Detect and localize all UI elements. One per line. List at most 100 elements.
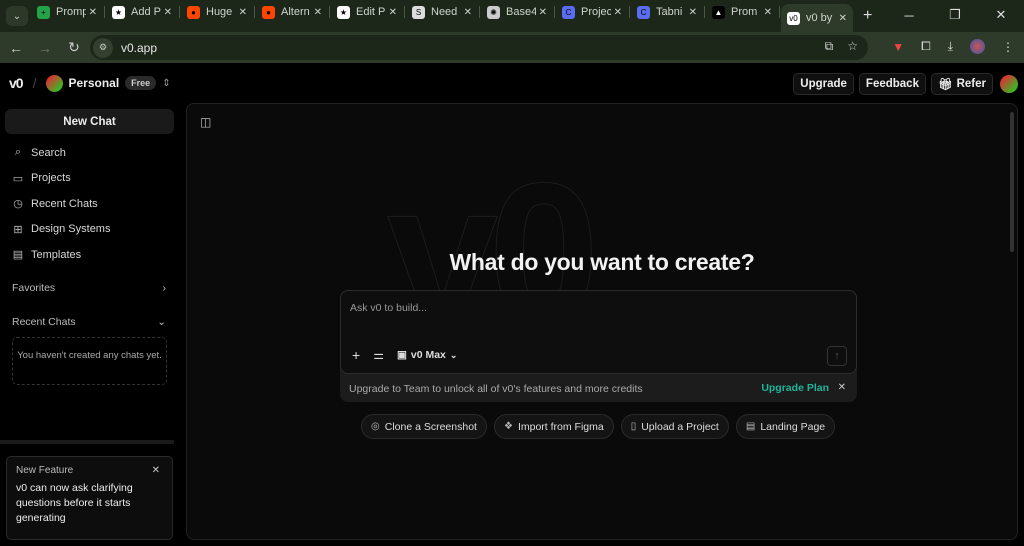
sidebar-item-recent-chats[interactable]: ◷ Recent Chats (12, 197, 97, 211)
workspace-name[interactable]: Personal (68, 76, 119, 90)
sidebar-item-search[interactable]: ⌕ Search (12, 146, 66, 159)
sidebar-item-projects[interactable]: ▭ Projects (12, 172, 71, 185)
browser-tab[interactable]: C Projec ✕ (556, 0, 630, 24)
reload-button[interactable]: ↻ (61, 39, 87, 56)
refer-label: Refer (956, 78, 986, 90)
prompt-box: Ask v0 to build... + ⚌ ▣ v0 Max ⌄ ↑ Upgrad… (340, 290, 857, 402)
user-avatar[interactable] (1000, 75, 1018, 93)
favicon-icon: v0 (787, 11, 800, 25)
url-text[interactable]: v0.app (121, 41, 157, 55)
empty-chats-message: You haven't created any chats yet. (12, 337, 167, 385)
prompt-input[interactable]: Ask v0 to build... (350, 302, 427, 314)
browser-toolbar: ← → ↻ ⚙ v0.app ⧉ ☆ ▼ ⧠ ⤓ ⋮ (0, 32, 1024, 63)
sidebar-item-label: Templates (31, 248, 82, 261)
profile-avatar[interactable] (970, 39, 985, 54)
menu-dots-icon[interactable]: ⋮ (1002, 40, 1014, 54)
tab-title: Prompt (56, 6, 86, 18)
extensions-puzzle-icon[interactable]: ⧠ (921, 39, 931, 54)
close-icon[interactable]: ✕ (838, 382, 846, 393)
favicon-icon: + (37, 5, 50, 19)
forward-button[interactable]: → (32, 40, 58, 56)
close-tab-icon[interactable]: ✕ (464, 7, 472, 18)
suggestion-landing-page[interactable]: ▤ Landing Page (735, 414, 836, 439)
close-tab-icon[interactable]: ✕ (689, 7, 697, 18)
sidebar: New Chat ⌕ Search ▭ Projects ◷ Recent Chats ⊞ D… (0, 103, 180, 546)
browser-tab[interactable]: ★ Add P ✕ (106, 0, 180, 24)
plus-icon[interactable]: + (352, 347, 360, 363)
prompt-input-area[interactable]: Ask v0 to build... + ⚌ ▣ v0 Max ⌄ ↑ (340, 290, 857, 374)
new-tab-button[interactable]: + (863, 7, 872, 25)
plan-badge: Free (125, 76, 157, 90)
send-button[interactable]: ↑ (827, 346, 847, 366)
sidebar-item-label: Search (31, 146, 66, 159)
model-selector[interactable]: ▣ v0 Max ⌄ (397, 349, 458, 361)
v0-logo[interactable]: v0 (9, 75, 24, 91)
browser-tab[interactable]: ✺ Base4 ✕ (481, 0, 555, 24)
close-tab-icon[interactable]: ✕ (164, 7, 172, 18)
browser-tab[interactable]: + Prompt✕ (31, 0, 105, 24)
tab-title: Base4 (506, 6, 536, 18)
sidebar-item-templates[interactable]: ▤ Templates (12, 248, 82, 262)
bookmark-star-icon[interactable]: ☆ (847, 39, 858, 54)
extension-icon[interactable]: ▼ (892, 40, 904, 54)
model-icon: ▣ (396, 349, 407, 361)
settings-sliders-icon[interactable]: ⚌ (373, 348, 384, 362)
restore-button[interactable]: ❐ (932, 0, 978, 30)
close-icon[interactable]: ✕ (152, 465, 160, 476)
browser-tab[interactable]: ● Altern ✕ (256, 0, 330, 24)
feedback-button[interactable]: Feedback (858, 73, 926, 95)
suggestion-import-from-figma[interactable]: ❖ Import from Figma (493, 414, 614, 439)
feature-title: New Feature (16, 465, 74, 476)
tab-title: Huge (206, 6, 233, 18)
back-button[interactable]: ← (3, 40, 29, 56)
address-bar[interactable]: ⚙ v0.app ⧉ ☆ (90, 35, 868, 60)
suggestion-label: Upload a Project (641, 420, 719, 433)
scrollbar[interactable] (1010, 112, 1014, 252)
chevron-down-icon: ⌄ (449, 349, 458, 360)
projects-icon: ▭ (12, 172, 24, 185)
minimize-button[interactable]: ─ (886, 0, 932, 30)
refer-button[interactable]: 🎁︎ Refer (930, 73, 993, 95)
site-info-icon[interactable]: ⚙ (93, 37, 113, 58)
browser-tab[interactable]: ● Huge ✕ (181, 0, 255, 24)
favicon-icon: ● (262, 5, 275, 19)
tab-title: Need (431, 6, 458, 18)
new-chat-button[interactable]: New Chat (5, 109, 174, 134)
browser-tab[interactable]: S Need ✕ (406, 0, 480, 24)
close-tab-icon[interactable]: ✕ (614, 7, 622, 18)
recent-chats-section[interactable]: Recent Chats ⌄ (12, 316, 166, 328)
recent-chats-icon: ◷ (13, 198, 23, 210)
workspace-avatar[interactable] (46, 74, 64, 92)
upgrade-plan-link[interactable]: Upgrade Plan (761, 382, 829, 394)
favicon-icon: ★ (112, 5, 125, 19)
download-icon[interactable]: ⤓ (948, 39, 953, 54)
close-tab-icon[interactable]: ✕ (839, 13, 847, 24)
sidebar-toggle-icon[interactable]: ◫ (200, 115, 211, 129)
suggestion-clone-a-screenshot[interactable]: ◎ Clone a Screenshot (361, 414, 487, 439)
close-window-button[interactable]: ✕ (978, 0, 1024, 30)
favicon-icon: C (637, 5, 650, 19)
browser-tab[interactable]: C Tabni ✕ (631, 0, 705, 24)
tab-search-button[interactable]: ⌄ (6, 6, 28, 26)
sidebar-item-label: Projects (31, 172, 71, 184)
close-tab-icon[interactable]: ✕ (89, 7, 97, 18)
browser-tab[interactable]: ▲ Prom ✕ (706, 0, 780, 24)
sidebar-item-label: Design Systems (31, 223, 111, 235)
sidebar-resize-handle[interactable] (0, 440, 174, 444)
favorites-section[interactable]: Favorites › (12, 282, 166, 294)
favicon-icon: ★ (337, 5, 350, 19)
upgrade-button[interactable]: Upgrade (793, 73, 854, 95)
close-tab-icon[interactable]: ✕ (539, 7, 547, 18)
close-tab-icon[interactable]: ✕ (764, 7, 772, 18)
browser-tab-bar: ⌄ +Prompt✕★Add P✕●Huge✕●Altern✕★Edit P✕S… (0, 0, 1024, 32)
recent-chats-label: Recent Chats (12, 316, 76, 328)
close-tab-icon[interactable]: ✕ (239, 7, 247, 18)
suggestion-upload-a-project[interactable]: ▯ Upload a Project (620, 414, 729, 439)
browser-tab[interactable]: v0 v0 by ✕ (781, 4, 853, 32)
chevron-updown-icon[interactable]: ⇕ (162, 78, 170, 89)
close-tab-icon[interactable]: ✕ (389, 7, 397, 18)
close-tab-icon[interactable]: ✕ (314, 7, 322, 18)
browser-tab[interactable]: ★ Edit P ✕ (331, 0, 405, 24)
sidebar-item-design-systems[interactable]: ⊞ Design Systems (12, 223, 110, 236)
install-app-icon[interactable]: ⧉ (825, 39, 834, 54)
